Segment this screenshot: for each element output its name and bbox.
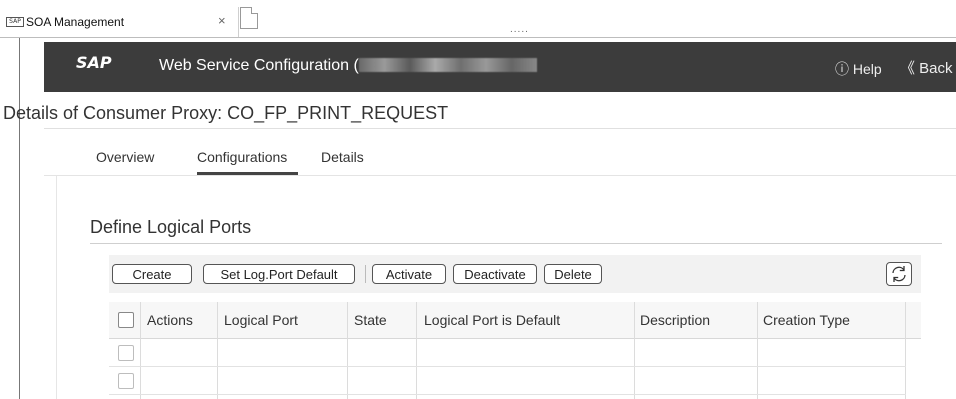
content-border (56, 176, 57, 399)
browser-tab-strip: SAP SOA Management × ..... (0, 0, 956, 38)
tab-strip-divider (0, 37, 956, 38)
column-header-state[interactable]: State (354, 312, 387, 328)
refresh-button[interactable] (886, 262, 912, 286)
table-toolbar: Create Set Log.Port Default Activate Dea… (109, 255, 921, 293)
browser-tab-title: SOA Management (26, 15, 125, 29)
section-divider (90, 243, 942, 244)
table-row[interactable] (109, 367, 906, 395)
set-log-port-default-button[interactable]: Set Log.Port Default (203, 264, 355, 284)
back-button[interactable]: 《 Back (900, 57, 953, 78)
new-tab-icon[interactable] (240, 7, 258, 29)
activate-button[interactable]: Activate (372, 264, 446, 284)
column-header-creation-type[interactable]: Creation Type (763, 312, 850, 328)
page-title: Details of Consumer Proxy: CO_FP_PRINT_R… (3, 103, 449, 123)
delete-button[interactable]: Delete (544, 264, 602, 284)
divider (44, 128, 956, 129)
shell-title-text: Web Service Configuration ( (159, 57, 359, 74)
column-header-logical-port-default[interactable]: Logical Port is Default (424, 312, 560, 328)
deactivate-button[interactable]: Deactivate (453, 264, 537, 284)
select-all-checkbox[interactable] (118, 312, 134, 328)
close-tab-icon[interactable]: × (218, 13, 226, 28)
row-select-checkbox[interactable] (118, 345, 134, 361)
window-left-border (19, 38, 20, 399)
column-header-description[interactable]: Description (640, 312, 710, 328)
divider (44, 175, 956, 176)
column-header-actions[interactable]: Actions (147, 312, 193, 328)
window-drag-handle[interactable]: ..... (510, 24, 529, 35)
sap-logo-text: SAP (76, 53, 112, 72)
browser-tab[interactable]: SAP SOA Management × (0, 7, 239, 37)
logical-ports-table: Actions Logical Port State Logical Port … (109, 302, 921, 399)
redacted-system-id (358, 58, 537, 72)
tab-details[interactable]: Details (321, 149, 364, 165)
shell-header: SAP Web Service Configuration ( ⓘ Help 《… (44, 42, 956, 92)
section-title: Define Logical Ports (90, 217, 252, 237)
sap-favicon-icon: SAP (6, 17, 24, 27)
sap-logo: SAP (74, 52, 118, 74)
table-header: Actions Logical Port State Logical Port … (109, 302, 921, 339)
toolbar-separator (365, 265, 366, 283)
tab-configurations[interactable]: Configurations (197, 149, 287, 165)
shell-title: Web Service Configuration ( (159, 57, 537, 75)
row-select-checkbox[interactable] (118, 373, 134, 389)
help-button[interactable]: ⓘ Help (835, 59, 882, 79)
table-row[interactable] (109, 339, 906, 367)
column-header-logical-port[interactable]: Logical Port (224, 312, 298, 328)
refresh-icon (892, 266, 906, 282)
tab-overview[interactable]: Overview (96, 149, 154, 165)
create-button[interactable]: Create (112, 264, 192, 284)
